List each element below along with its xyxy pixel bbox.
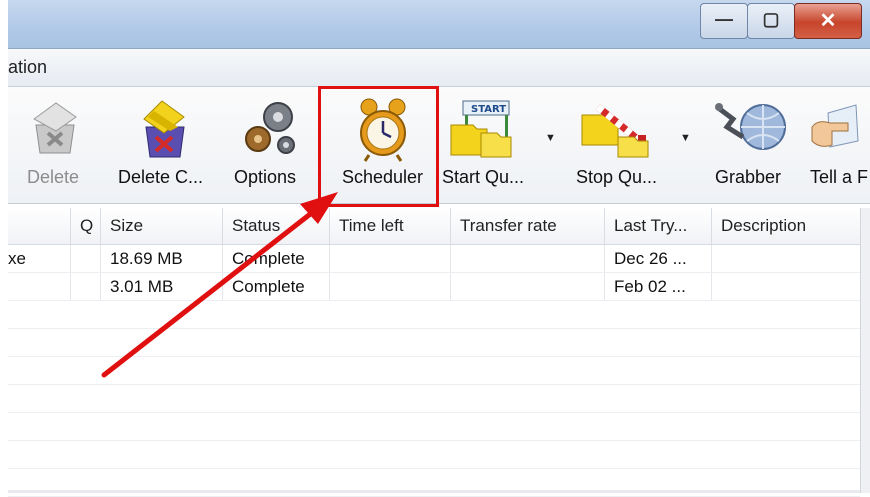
- download-list: Q Size Status Time left Transfer rate La…: [8, 208, 860, 497]
- column-header-size[interactable]: Size: [101, 208, 223, 244]
- menu-item-application[interactable]: ation: [8, 57, 47, 78]
- list-rows: xe 18.69 MB Complete Dec 26 ... 3.01 MB …: [8, 245, 860, 497]
- column-header-name[interactable]: [8, 208, 71, 244]
- minimize-icon: —: [715, 9, 733, 29]
- cell-name: [8, 273, 71, 300]
- cell-description: [712, 245, 860, 272]
- svg-text:START: START: [471, 104, 506, 115]
- table-row-empty: [8, 441, 860, 469]
- title-bar: — ▢ ✕: [8, 0, 870, 49]
- column-header-transfer-rate[interactable]: Transfer rate: [451, 208, 605, 244]
- cell-transfer-rate: [451, 245, 605, 272]
- maximize-button[interactable]: ▢: [747, 3, 795, 39]
- options-button[interactable]: Options: [232, 87, 308, 203]
- column-header-status[interactable]: Status: [223, 208, 330, 244]
- list-header: Q Size Status Time left Transfer rate La…: [8, 208, 860, 245]
- cell-status: Complete: [223, 245, 330, 272]
- close-icon: ✕: [819, 10, 837, 32]
- table-row[interactable]: 3.01 MB Complete Feb 02 ...: [8, 273, 860, 301]
- toolbar: Delete Delete C... Options Scheduler STA…: [8, 87, 870, 204]
- column-header-description[interactable]: Description: [712, 208, 860, 244]
- table-row-empty: [8, 301, 860, 329]
- stop-queue-label: Stop Qu...: [576, 167, 658, 187]
- cell-size: 18.69 MB: [101, 245, 223, 272]
- cell-last-try: Dec 26 ...: [605, 245, 712, 272]
- grabber-button[interactable]: Grabber: [708, 87, 794, 203]
- stop-queue-button[interactable]: Stop Qu...: [570, 87, 680, 203]
- cell-size: 3.01 MB: [101, 273, 223, 300]
- cell-name: xe: [8, 245, 71, 272]
- cell-last-try: Feb 02 ...: [605, 273, 712, 300]
- delete-completed-label: Delete C...: [118, 167, 204, 187]
- table-row-empty: [8, 357, 860, 385]
- options-label: Options: [234, 167, 297, 187]
- start-queue-button[interactable]: START Start Qu...: [442, 87, 542, 203]
- cell-transfer-rate: [451, 273, 605, 300]
- cell-status: Complete: [223, 273, 330, 300]
- delete-label: Delete: [27, 167, 80, 187]
- cell-time-left: [330, 273, 451, 300]
- column-header-time-left[interactable]: Time left: [330, 208, 451, 244]
- cell-time-left: [330, 245, 451, 272]
- close-button[interactable]: ✕: [794, 3, 862, 39]
- delete-button[interactable]: Delete: [22, 87, 88, 203]
- tell-friend-icon: [811, 104, 859, 148]
- cell-queue: [71, 245, 101, 272]
- cell-queue: [71, 273, 101, 300]
- gears-icon: [245, 102, 295, 154]
- grabber-globe-icon: [715, 103, 786, 150]
- menu-bar: ation: [8, 49, 870, 87]
- stop-barrier-folder-icon: [581, 104, 649, 158]
- column-header-queue[interactable]: Q: [71, 208, 101, 244]
- tell-a-friend-button[interactable]: Tell a F: [808, 87, 870, 203]
- cell-description: [712, 273, 860, 300]
- column-header-last-try[interactable]: Last Try...: [605, 208, 712, 244]
- minimize-button[interactable]: —: [700, 3, 748, 39]
- table-row[interactable]: xe 18.69 MB Complete Dec 26 ...: [8, 245, 860, 273]
- table-row-empty: [8, 413, 860, 441]
- maximize-icon: ▢: [762, 9, 780, 29]
- stop-queue-dropdown-icon[interactable]: ▼: [680, 132, 691, 144]
- start-queue-label: Start Qu...: [442, 167, 525, 187]
- start-flag-folder-icon: START: [450, 100, 512, 158]
- start-queue-dropdown-icon[interactable]: ▼: [545, 132, 556, 144]
- scheduler-highlight-box: [318, 86, 439, 207]
- table-row-empty: [8, 329, 860, 357]
- table-row-empty: [8, 385, 860, 413]
- grabber-label: Grabber: [715, 167, 782, 187]
- vertical-scrollbar[interactable]: [860, 208, 870, 493]
- delete-completed-box-icon: [143, 100, 185, 158]
- tell-a-friend-label: Tell a F: [810, 167, 869, 187]
- window-controls: — ▢ ✕: [700, 3, 862, 41]
- delete-box-icon: [33, 102, 77, 154]
- delete-completed-button[interactable]: Delete C...: [116, 87, 212, 203]
